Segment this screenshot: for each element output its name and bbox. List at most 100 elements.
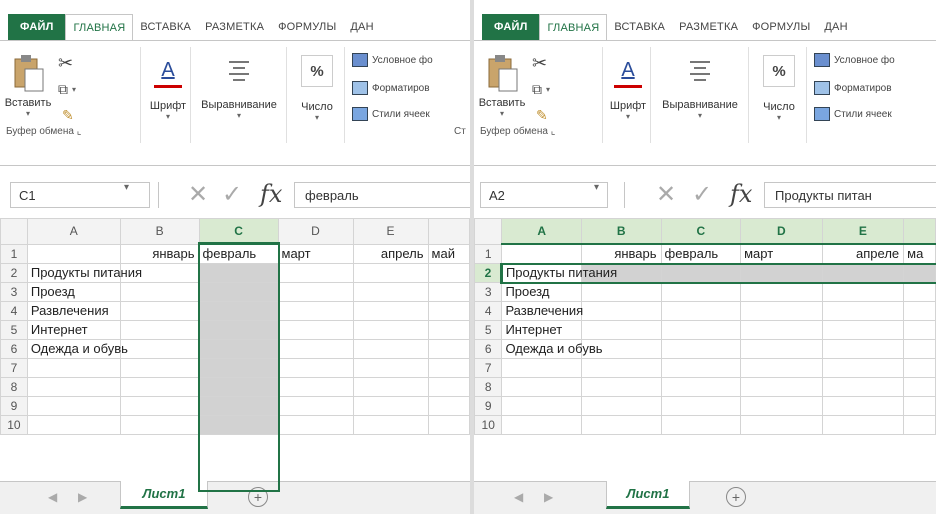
cell[interactable] (903, 320, 936, 340)
scroll-left-icon[interactable]: ◀ (48, 490, 57, 504)
cell[interactable] (198, 263, 279, 283)
cell[interactable] (903, 377, 936, 397)
cell[interactable] (660, 320, 742, 340)
conditional-format-button[interactable]: Условное фо (814, 53, 895, 67)
row-header[interactable]: 9 (474, 396, 503, 416)
sheet-tab-active[interactable]: Лист1 (606, 481, 690, 509)
cut-button[interactable]: ✂ (532, 53, 547, 74)
number-button[interactable]: % Число ▾ (756, 55, 802, 122)
cell[interactable] (427, 396, 470, 416)
cell[interactable]: март (277, 243, 354, 264)
cell[interactable] (277, 320, 354, 340)
chevron-down-icon[interactable]: ▾ (594, 182, 599, 193)
tab-data[interactable]: ДАН (343, 14, 380, 40)
chevron-down-icon[interactable]: ▾ (26, 109, 30, 118)
chevron-down-icon[interactable]: ▾ (124, 182, 129, 193)
cell[interactable] (277, 358, 354, 378)
cell[interactable] (740, 377, 823, 397)
cell[interactable] (119, 358, 200, 378)
cell[interactable] (198, 415, 279, 435)
cell[interactable] (501, 243, 582, 264)
tab-formulas[interactable]: ФОРМУЛЫ (745, 14, 817, 40)
cell[interactable] (119, 301, 200, 321)
cell[interactable] (903, 282, 936, 302)
cell[interactable] (821, 320, 905, 340)
tab-file[interactable]: ФАЙЛ (482, 14, 540, 40)
cell[interactable]: Продукты питания (26, 263, 142, 283)
cut-button[interactable]: ✂ (58, 53, 73, 74)
cell[interactable] (352, 415, 429, 435)
tab-insert[interactable]: ВСТАВКА (607, 14, 672, 40)
copy-button[interactable]: ⧉ ▾ (58, 81, 76, 98)
cell[interactable] (903, 358, 936, 378)
cell[interactable] (821, 415, 905, 435)
cell[interactable] (427, 358, 470, 378)
tab-formulas[interactable]: ФОРМУЛЫ (271, 14, 343, 40)
cell[interactable]: Развлечения (26, 301, 121, 321)
formula-input[interactable]: Продукты питан (764, 182, 936, 208)
cell[interactable]: Проезд (501, 282, 582, 302)
row-header[interactable]: 10 (0, 415, 28, 435)
cell[interactable] (740, 396, 823, 416)
enter-icon[interactable]: ✓ (692, 180, 712, 209)
cell[interactable] (903, 415, 936, 435)
cell[interactable] (26, 358, 121, 378)
cell[interactable] (198, 282, 279, 302)
tab-layout[interactable]: РАЗМЕТКА (672, 14, 745, 40)
cell[interactable] (740, 358, 823, 378)
cell[interactable] (660, 282, 742, 302)
cell[interactable] (903, 339, 936, 359)
row-header-selected[interactable]: 2 (474, 263, 503, 283)
cell[interactable]: Одежда и обувь (26, 339, 128, 359)
number-button[interactable]: % Число ▾ (294, 55, 340, 122)
cell[interactable]: Развлечения (501, 301, 583, 321)
cell[interactable]: Интернет (501, 320, 582, 340)
cell[interactable] (26, 396, 121, 416)
tab-home[interactable]: ГЛАВНАЯ (65, 14, 134, 40)
select-all-corner[interactable] (474, 218, 503, 245)
cell[interactable] (501, 358, 582, 378)
column-header[interactable]: E (821, 218, 905, 245)
scroll-left-icon[interactable]: ◀ (514, 490, 523, 504)
cell[interactable] (277, 301, 354, 321)
cell[interactable] (119, 396, 200, 416)
cell[interactable] (821, 396, 905, 416)
row-header[interactable]: 6 (0, 339, 28, 359)
cell[interactable] (821, 282, 905, 302)
cell[interactable] (119, 377, 200, 397)
cell[interactable]: январь (580, 243, 662, 264)
cell[interactable] (277, 282, 354, 302)
active-cell[interactable]: Продукты питания (501, 263, 617, 283)
row-header[interactable]: 10 (474, 415, 503, 435)
cell[interactable] (119, 320, 200, 340)
cancel-icon[interactable]: ✕ (188, 180, 208, 209)
cell[interactable]: март (740, 243, 823, 264)
row-header[interactable]: 5 (0, 320, 28, 340)
select-all-corner[interactable] (0, 218, 28, 245)
row-header[interactable]: 1 (474, 243, 503, 264)
cell[interactable] (740, 282, 823, 302)
cell[interactable] (352, 320, 429, 340)
alignment-button[interactable]: Выравнивание ▾ (192, 55, 286, 120)
cell[interactable] (352, 396, 429, 416)
cell[interactable] (119, 339, 200, 359)
cell[interactable] (821, 263, 905, 283)
cell[interactable]: апреле (821, 243, 905, 264)
cell[interactable] (660, 339, 742, 359)
cell[interactable]: апрель (352, 243, 429, 264)
cell[interactable] (26, 377, 121, 397)
add-sheet-icon[interactable]: + (726, 487, 746, 507)
cell[interactable]: Одежда и обувь (501, 339, 603, 359)
cell[interactable] (821, 301, 905, 321)
cell[interactable] (277, 263, 354, 283)
cell[interactable] (198, 358, 279, 378)
row-header[interactable]: 7 (0, 358, 28, 378)
paste-button[interactable]: Вставить ▾ (479, 53, 525, 118)
row-header[interactable]: 9 (0, 396, 28, 416)
enter-icon[interactable]: ✓ (222, 180, 242, 209)
column-header[interactable]: D (277, 218, 354, 245)
cell[interactable] (277, 396, 354, 416)
row-header[interactable]: 6 (474, 339, 503, 359)
row-header[interactable]: 4 (474, 301, 503, 321)
cell[interactable] (352, 263, 429, 283)
